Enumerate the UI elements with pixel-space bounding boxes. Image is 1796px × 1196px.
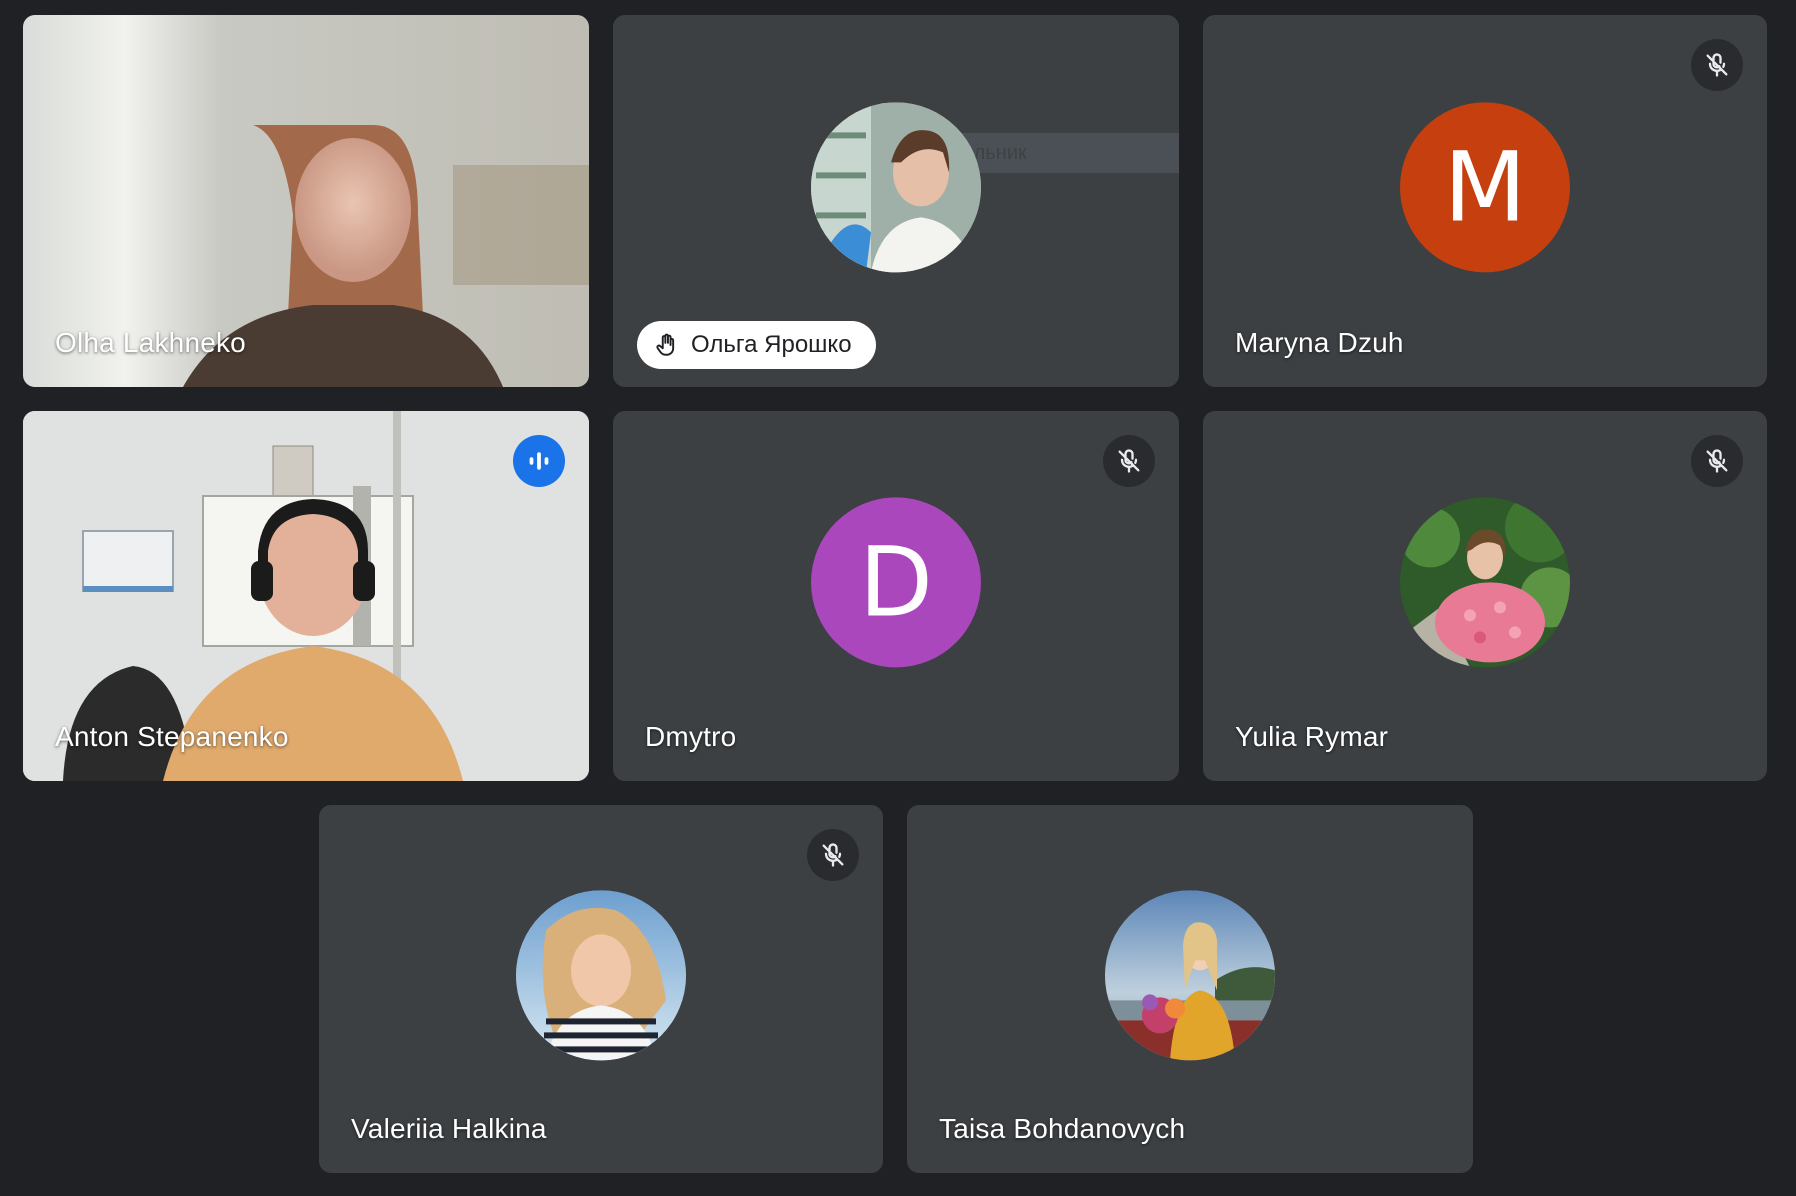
participant-tile-dmytro[interactable]: D Dmytro xyxy=(613,411,1179,781)
mic-off-icon xyxy=(1706,53,1728,77)
mute-indicator xyxy=(1103,435,1155,487)
avatar xyxy=(516,890,686,1061)
raised-hand-badge: Ольга Ярошко xyxy=(637,321,876,369)
avatar: D xyxy=(811,497,981,668)
participant-name: Taisa Bohdanovych xyxy=(939,1113,1186,1144)
participant-name: Yulia Rymar xyxy=(1235,721,1389,752)
mic-off-icon xyxy=(1706,449,1728,473)
speaking-indicator xyxy=(513,435,565,487)
participant-name: Olha Lakhneko xyxy=(55,327,246,358)
participant-name: Dmytro xyxy=(645,721,737,752)
hand-icon xyxy=(656,333,675,356)
avatar-photo xyxy=(811,102,981,273)
participant-name: Valeriia Halkina xyxy=(351,1113,547,1144)
mute-indicator xyxy=(1691,39,1743,91)
participant-name: Maryna Dzuh xyxy=(1235,327,1404,358)
audio-level-icon xyxy=(529,452,549,470)
participant-name: Ольга Ярошко xyxy=(691,331,852,358)
mute-indicator xyxy=(807,829,859,881)
mute-indicator xyxy=(1691,435,1743,487)
participant-tile-olga[interactable]: ольник Ольга Ярошко xyxy=(613,15,1179,387)
avatar: M xyxy=(1400,102,1570,273)
avatar xyxy=(1400,497,1570,668)
mic-off-icon xyxy=(822,843,844,867)
participant-tile-taisa[interactable]: Taisa Bohdanovych xyxy=(907,805,1473,1173)
participant-name: Anton Stepanenko xyxy=(55,721,289,752)
avatar-photo xyxy=(1400,497,1570,668)
avatar-photo xyxy=(516,890,686,1061)
meeting-grid: Olha Lakhneko ольник Ольга Ярошко M Mary… xyxy=(0,0,1796,1196)
avatar-photo xyxy=(1105,890,1275,1061)
avatar xyxy=(1105,890,1275,1061)
avatar xyxy=(811,102,981,273)
participant-tile-anton[interactable]: Anton Stepanenko xyxy=(23,411,589,781)
participant-tile-olha[interactable]: Olha Lakhneko xyxy=(23,15,589,387)
mic-off-icon xyxy=(1118,449,1140,473)
participant-tile-maryna[interactable]: M Maryna Dzuh xyxy=(1203,15,1767,387)
participant-tile-yulia[interactable]: Yulia Rymar xyxy=(1203,411,1767,781)
participant-tile-valeriia[interactable]: Valeriia Halkina xyxy=(319,805,883,1173)
